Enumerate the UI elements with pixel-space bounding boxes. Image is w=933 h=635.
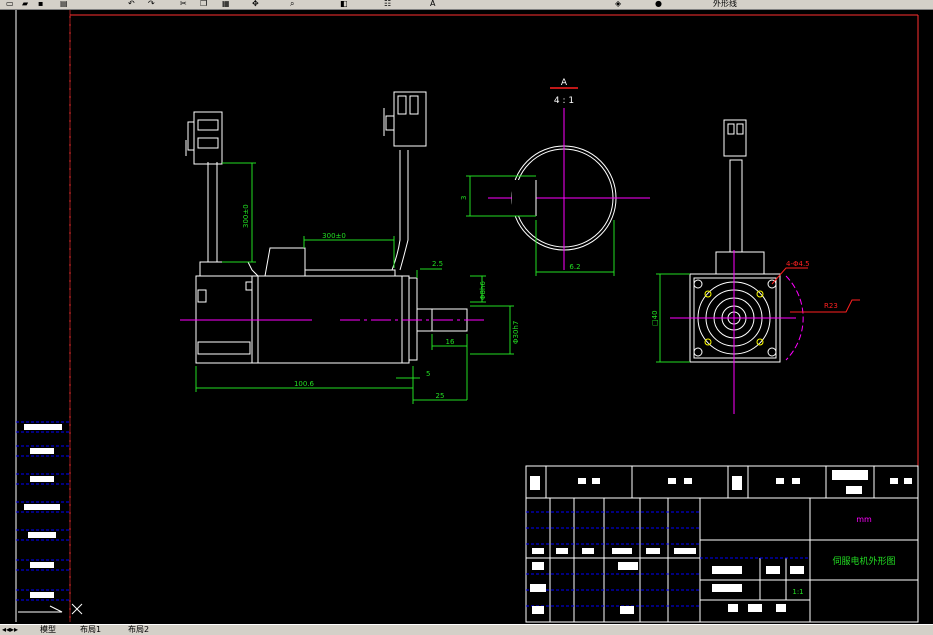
dim-flange-thickness: 5 [426, 370, 430, 378]
zoom-window-icon[interactable]: ◧ [340, 0, 348, 8]
dim-shaft-length: 16 [446, 338, 455, 346]
dim-flange-square: □40 [651, 310, 659, 326]
title-block-scale: 1:1 [792, 588, 803, 596]
end-view-leaders [771, 267, 860, 313]
dim-cable-mid: 300±0 [322, 232, 346, 240]
section-label: A [561, 78, 568, 88]
dim-pilot-dia: Φ30h7 [512, 321, 520, 344]
layer-icon[interactable]: ◈ [615, 0, 621, 8]
properties-icon[interactable]: ☷ [384, 0, 391, 8]
open-icon[interactable]: ▰ [22, 0, 28, 8]
revision-strip [16, 421, 83, 615]
zoom-icon[interactable]: ⌕ [290, 0, 294, 8]
title-block [525, 465, 919, 623]
dim-shaft-total: 25 [436, 392, 445, 400]
copy-icon[interactable]: ❐ [200, 0, 207, 8]
text-icon[interactable]: A [430, 0, 435, 8]
layer-name[interactable]: 外形线 [713, 0, 737, 8]
color-icon[interactable]: ● [655, 0, 662, 8]
new-icon[interactable]: ▭ [6, 0, 14, 8]
dim-key-depth: 3 [460, 196, 468, 200]
dim-shaft-dia: Φ8h6 [479, 281, 487, 300]
motor-side-view [185, 91, 468, 364]
toolbar: ▭ ▰ ▪ ▤ ↶ ↷ ✂ ❐ ▦ ✥ ⌕ ◧ ☷ A ◈ ● 外形线 [0, 0, 933, 10]
cut-icon[interactable]: ✂ [180, 0, 187, 8]
redo-icon[interactable]: ↷ [148, 0, 155, 8]
motor-end-view [689, 119, 781, 363]
section-a-view: A 4 : 1 [488, 78, 650, 270]
dim-cable-left: 300±0 [242, 204, 250, 228]
dim-flange-offset: 2.5 [432, 260, 443, 268]
paste-icon[interactable]: ▦ [222, 0, 230, 8]
section-scale: 4 : 1 [554, 96, 574, 106]
save-icon[interactable]: ▪ [38, 0, 43, 8]
title-block-title: 伺服电机外形图 [832, 555, 895, 567]
drawing-canvas[interactable]: 300±0 300±0 2.5 Φ8h6 Φ30h7 16 100.6 5 25… [0, 10, 933, 624]
undo-icon[interactable]: ↶ [128, 0, 135, 8]
dim-key-width: 6.2 [569, 263, 580, 271]
dim-bolt-circle: R23 [824, 302, 838, 310]
dim-body-length: 100.6 [294, 380, 315, 388]
dim-mounting-holes: 4-Φ4.5 [786, 260, 810, 268]
title-block-unit: mm [856, 515, 872, 524]
section-dimensions [466, 175, 615, 276]
print-icon[interactable]: ▤ [60, 0, 68, 8]
pan-icon[interactable]: ✥ [252, 0, 259, 8]
status-bar: ◂◂▸▸ 模型 布局1 布局2 [0, 624, 933, 635]
